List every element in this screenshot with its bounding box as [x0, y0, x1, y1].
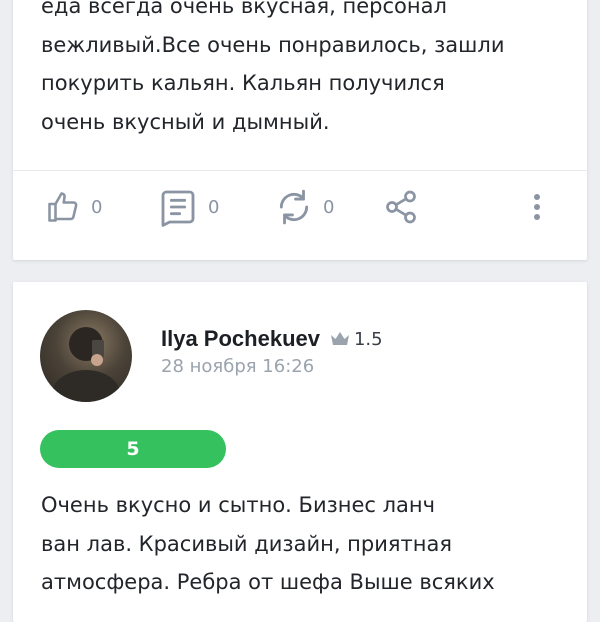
- comment-button[interactable]: 0: [158, 176, 219, 238]
- comment-icon: [158, 187, 198, 227]
- like-button[interactable]: 0: [45, 176, 102, 238]
- review-text: Очень вкусно и сытно. Бизнес ланч ван ла…: [41, 493, 495, 594]
- more-options-button[interactable]: [525, 176, 549, 238]
- author-name[interactable]: Ilya Pochekuev: [161, 326, 320, 352]
- share-button[interactable]: [383, 176, 419, 238]
- review-card: еда всегда очень вкусная, персонал вежли…: [13, 0, 587, 260]
- divider: [13, 170, 587, 171]
- like-count: 0: [91, 196, 103, 218]
- repost-button[interactable]: 0: [275, 176, 334, 238]
- author-level: 1.5: [330, 329, 383, 350]
- repost-count: 0: [323, 196, 335, 218]
- author-row: Ilya Pochekuev 1.5: [161, 326, 383, 352]
- review-actions: 0 0 0: [13, 176, 587, 238]
- avatar[interactable]: [40, 310, 132, 402]
- crown-icon: [330, 331, 350, 347]
- score-badge: 5: [40, 430, 226, 468]
- share-icon: [383, 189, 419, 225]
- more-icon: [525, 189, 549, 225]
- level-value: 1.5: [353, 328, 383, 350]
- review-text: еда всегда очень вкусная, персонал вежли…: [41, 0, 505, 134]
- comment-count: 0: [208, 196, 220, 218]
- score-value: 5: [126, 438, 140, 460]
- review-date: 28 ноября 16:26: [161, 356, 315, 377]
- repost-icon: [275, 188, 313, 226]
- like-icon: [45, 189, 81, 225]
- review-card: Ilya Pochekuev 1.5 28 ноября 16:26 5 Оче…: [13, 282, 587, 622]
